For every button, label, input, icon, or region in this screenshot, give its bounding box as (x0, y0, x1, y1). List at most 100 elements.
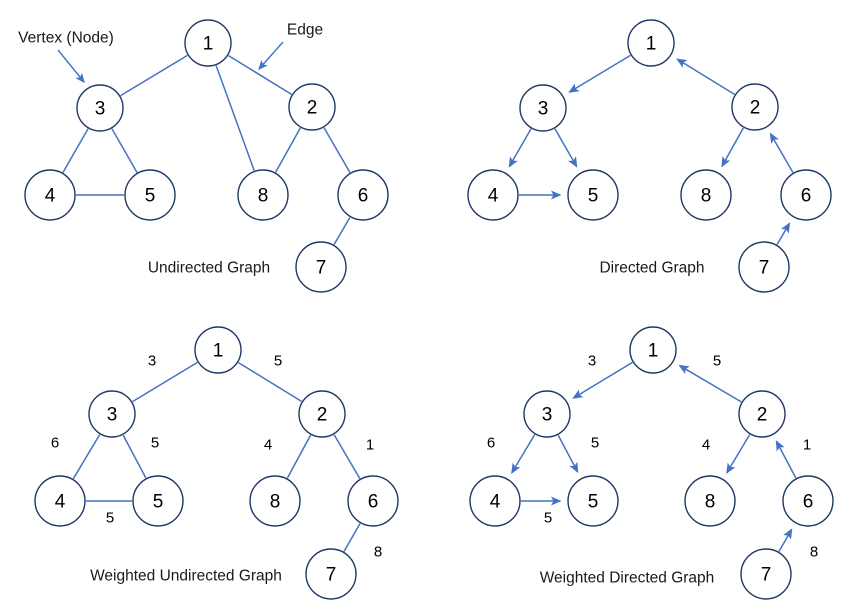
node-label-3: 3 (107, 405, 118, 426)
graph-edge-2-1 (676, 58, 735, 96)
graph-node-1[interactable]: 1 (184, 19, 232, 67)
graph-node-6[interactable]: 6 (782, 475, 834, 527)
graph-edge-1-3 (572, 361, 633, 399)
graph-node-1[interactable]: 1 (194, 326, 242, 374)
graph-edge-1-3 (568, 54, 631, 93)
graph-node-6[interactable]: 6 (780, 169, 832, 221)
graph-node-5[interactable]: 5 (567, 169, 619, 221)
graph-node-3[interactable]: 3 (76, 84, 124, 132)
graph-edge-6-2 (775, 440, 797, 479)
diagram-canvas: 13245867132458671324586713245867 3565541… (0, 0, 850, 608)
node-label-6: 6 (368, 492, 379, 513)
vertex-annotation-label: Vertex (Node) (18, 30, 114, 47)
graph-node-2[interactable]: 2 (288, 83, 336, 131)
graph-node-1[interactable]: 1 (627, 19, 675, 67)
graph-node-8[interactable]: 8 (237, 169, 289, 221)
graph-node-6[interactable]: 6 (347, 475, 399, 527)
node-label-7: 7 (759, 258, 770, 279)
node-label-6: 6 (358, 186, 369, 207)
node-label-3: 3 (542, 405, 553, 426)
edge-weight-3-5: 5 (151, 435, 159, 452)
graph-edge-2-8 (721, 127, 744, 168)
graph-edge-3-5 (122, 434, 147, 479)
node-label-2: 2 (750, 98, 761, 119)
graph-node-5[interactable]: 5 (132, 475, 184, 527)
graph-edge-1-2 (238, 361, 302, 403)
edge-weight-2-8: 4 (264, 437, 272, 454)
graph-edge-3-4 (72, 434, 101, 480)
graph-edge-1-8 (215, 65, 255, 171)
node-label-7: 7 (326, 565, 337, 586)
graph-node-2[interactable]: 2 (738, 390, 786, 438)
graph-node-8[interactable]: 8 (680, 169, 732, 221)
graph-node-3[interactable]: 3 (88, 390, 136, 438)
graph-edge-2-8 (726, 434, 751, 474)
graph-caption-0: Undirected Graph (148, 260, 270, 277)
graph-edge-6-2 (769, 132, 794, 173)
edge-annotation-arrow (258, 41, 284, 71)
node-label-8: 8 (701, 186, 712, 207)
edge-weight-4-5: 5 (544, 510, 552, 527)
node-label-1: 1 (646, 34, 657, 55)
graph-node-1[interactable]: 1 (629, 326, 677, 374)
edge-weight-1-3: 3 (148, 353, 156, 370)
graph-edge-3-5 (111, 128, 138, 173)
graph-edge-2-6 (333, 434, 361, 479)
node-label-8: 8 (258, 186, 269, 207)
graph-node-4[interactable]: 4 (467, 169, 519, 221)
graph-edge-2-1 (678, 364, 742, 403)
graph-node-5[interactable]: 5 (124, 169, 176, 221)
graph-node-2[interactable]: 2 (731, 83, 779, 131)
graph-node-4[interactable]: 4 (469, 475, 521, 527)
graph-edge-3-5 (554, 128, 578, 168)
node-label-3: 3 (538, 99, 549, 120)
graph-edge-3-4 (508, 128, 532, 168)
graph-edge-3-5 (557, 434, 579, 474)
graph-edge-3-4 (62, 128, 89, 173)
edge-weight-6-7: 8 (374, 544, 382, 561)
edge-weight-3-4: 6 (487, 435, 495, 452)
node-label-5: 5 (588, 492, 599, 513)
node-label-8: 8 (705, 492, 716, 513)
graph-node-7[interactable]: 7 (295, 241, 347, 293)
node-label-3: 3 (95, 99, 106, 120)
edge-weight-1-3: 3 (588, 353, 596, 370)
graph-node-7[interactable]: 7 (305, 548, 357, 600)
graph-caption-2: Weighted Undirected Graph (90, 568, 282, 585)
node-label-6: 6 (803, 492, 814, 513)
graph-svg-layer: 13 24 5 8 6713 24 5 8 6713 24 5 8 6713 24 5 8 67 3 56 554 1… (18, 19, 834, 600)
graph-node-7[interactable]: 7 (738, 241, 790, 293)
graph-node-5[interactable]: 5 (567, 475, 619, 527)
graph-node-7[interactable]: 7 (740, 548, 792, 600)
edges-layer (62, 54, 797, 552)
node-label-4: 4 (490, 492, 501, 513)
nodes-layer: 1 3 2 4 5 8 6 7 1 3 2 4 5 8 6 7 1 3 2 4 5 8 6 7 1 3 2 4 5 8 6 7 (24, 19, 834, 600)
graph-edge-2-6 (323, 127, 351, 173)
node-label-4: 4 (55, 492, 66, 513)
edge-weight-4-5: 5 (106, 510, 114, 527)
node-label-1: 1 (648, 341, 659, 362)
graph-node-2[interactable]: 2 (298, 390, 346, 438)
node-label-7: 7 (761, 565, 772, 586)
graph-edge-2-8 (286, 434, 312, 479)
graph-node-6[interactable]: 6 (337, 169, 389, 221)
graph-edge-2-8 (274, 127, 301, 173)
graph-edge-1-2 (228, 54, 292, 96)
graph-edge-7-6 (776, 222, 791, 245)
node-label-4: 4 (488, 186, 499, 207)
graph-caption-3: Weighted Directed Graph (540, 570, 715, 587)
edge-annotation-label: Edge (287, 22, 323, 39)
graph-node-4[interactable]: 4 (24, 169, 76, 221)
graph-node-8[interactable]: 8 (684, 475, 736, 527)
graph-node-4[interactable]: 4 (34, 475, 86, 527)
graph-edge-3-4 (511, 434, 536, 474)
node-label-5: 5 (145, 186, 156, 207)
graph-edge-1-3 (132, 361, 198, 403)
node-label-1: 1 (203, 34, 214, 55)
graph-node-8[interactable]: 8 (249, 475, 301, 527)
graph-node-3[interactable]: 3 (519, 84, 567, 132)
annotation-edge: Edge (258, 22, 323, 71)
edge-weight-1-2: 5 (274, 353, 282, 370)
edge-weight-6-2: 1 (803, 437, 811, 454)
graph-node-3[interactable]: 3 (523, 390, 571, 438)
